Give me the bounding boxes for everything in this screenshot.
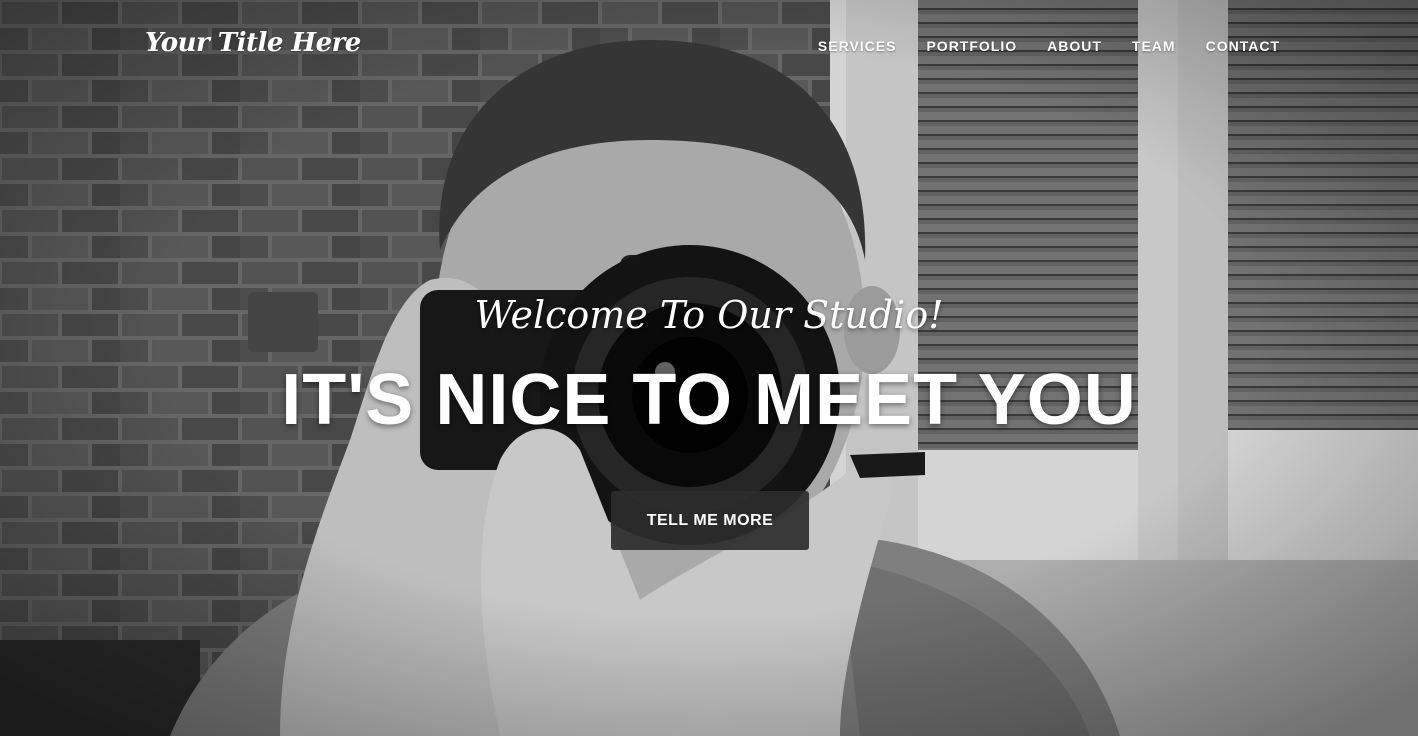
tell-me-more-button[interactable]: TELL ME MORE <box>611 491 809 550</box>
intro-lead-text: Welcome To Our Studio! <box>474 293 944 337</box>
intro-heading: IT'S NICE TO MEET YOU <box>281 360 1137 440</box>
intro-text-block: Welcome To Our Studio! IT'S NICE TO MEET… <box>0 0 1418 736</box>
hero-section: Your Title Here SERVICES PORTFOLIO ABOUT… <box>0 0 1418 736</box>
